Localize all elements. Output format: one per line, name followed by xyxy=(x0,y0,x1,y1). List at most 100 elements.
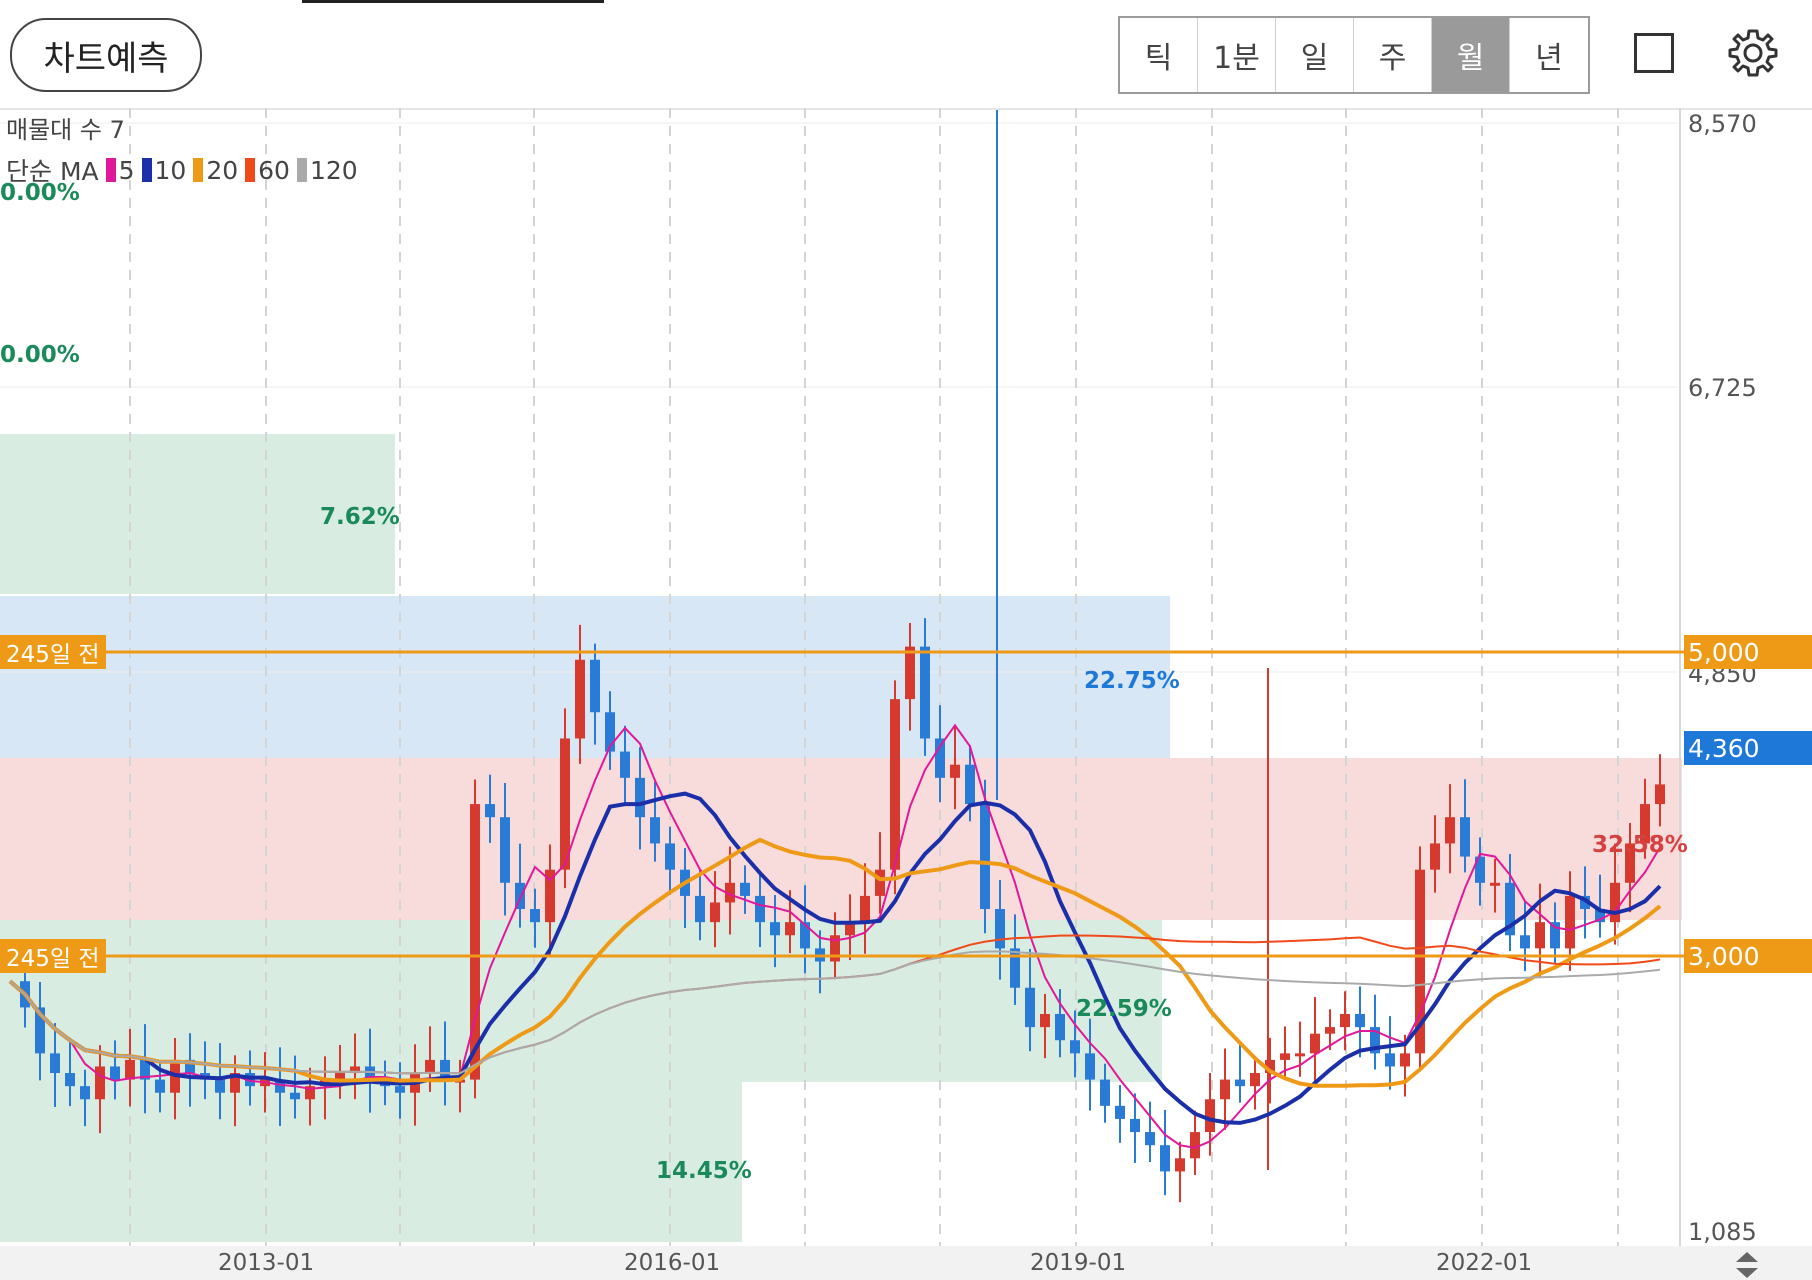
fullscreen-icon[interactable] xyxy=(1634,33,1674,73)
candle-body xyxy=(65,1073,75,1087)
toolbar: 차트예측 틱 1분 일 주 월 년 xyxy=(0,0,1812,110)
active-tab-indicator xyxy=(302,0,604,3)
chart-predict-button[interactable]: 차트예측 xyxy=(10,18,202,92)
candle-body xyxy=(1115,1105,1125,1119)
x-tick-label: 2022-01 xyxy=(1436,1250,1533,1276)
candle-body xyxy=(965,764,975,805)
price-chart[interactable] xyxy=(0,108,1812,1280)
candle-body xyxy=(1025,987,1035,1028)
candle-body xyxy=(650,817,660,844)
candle-body xyxy=(110,1066,120,1080)
candle-body xyxy=(740,882,750,896)
band-pct-label: 22.75% xyxy=(1084,668,1180,694)
candle-body xyxy=(920,646,930,739)
candle-body xyxy=(1445,817,1455,844)
candle-body xyxy=(890,699,900,870)
band-pct-label: 0.00% xyxy=(0,342,80,368)
candle-body xyxy=(1130,1118,1140,1133)
candle-body xyxy=(1055,1013,1065,1041)
line-label-upper: 245일 전 xyxy=(0,635,106,669)
ma20-swatch xyxy=(193,158,204,182)
line-label-lower: 245일 전 xyxy=(0,939,106,973)
candle-body xyxy=(1220,1079,1230,1100)
candle-body xyxy=(1430,843,1440,870)
candle-body xyxy=(1490,882,1500,886)
candle-body xyxy=(935,738,945,778)
scroll-handle-icon[interactable] xyxy=(1734,1250,1760,1280)
period-week-button[interactable]: 주 xyxy=(1354,18,1432,92)
candle-body xyxy=(50,1053,60,1074)
candle-body xyxy=(770,922,780,936)
x-tick-label: 2016-01 xyxy=(624,1250,721,1276)
volume-band xyxy=(0,758,1682,920)
candle-body xyxy=(425,1059,435,1074)
candle-body xyxy=(905,646,915,700)
period-year-button[interactable]: 년 xyxy=(1510,18,1588,92)
candle-body xyxy=(1190,1132,1200,1159)
candle-body xyxy=(155,1079,165,1093)
candle-body xyxy=(80,1086,90,1100)
ma120-swatch xyxy=(296,158,307,182)
candle-body xyxy=(1385,1053,1395,1067)
candle-body xyxy=(755,895,765,923)
candle-body xyxy=(1655,784,1665,805)
y-tick-label: 1,085 xyxy=(1688,1218,1757,1246)
band-pct-label: 7.62% xyxy=(320,504,400,530)
y-tick-label: 8,570 xyxy=(1688,110,1757,138)
candle-body xyxy=(710,902,720,923)
candle-body xyxy=(1535,922,1545,949)
candle-body xyxy=(485,804,495,818)
period-tick-button[interactable]: 틱 xyxy=(1120,18,1198,92)
candle-body xyxy=(1565,895,1575,949)
ma120-label: 120 xyxy=(309,155,358,185)
candle-body xyxy=(1040,1013,1050,1028)
candle-body xyxy=(1205,1099,1215,1133)
candle-body xyxy=(500,817,510,883)
period-month-button[interactable]: 월 xyxy=(1432,18,1510,92)
x-tick-label: 2013-01 xyxy=(218,1250,315,1276)
candle-body xyxy=(1295,1053,1305,1057)
candle-body xyxy=(875,869,885,896)
candle-body xyxy=(590,659,600,713)
candle-body xyxy=(1100,1079,1110,1106)
candle-body xyxy=(1280,1053,1290,1060)
candle-body xyxy=(215,1079,225,1093)
candle-body xyxy=(695,895,705,923)
candle-body xyxy=(1325,1027,1335,1034)
candle-body xyxy=(1085,1053,1095,1080)
band-pct-label: 0.00% xyxy=(0,180,80,206)
candle-body xyxy=(470,804,480,1080)
band-pct-label: 32.58% xyxy=(1592,832,1688,858)
candle-body xyxy=(1070,1040,1080,1054)
period-day-button[interactable]: 일 xyxy=(1276,18,1354,92)
candle-body xyxy=(1520,935,1530,949)
candle-body xyxy=(1400,1053,1410,1067)
price-tag-upper: 5,000 xyxy=(1684,635,1812,669)
candle-body xyxy=(1340,1013,1350,1028)
period-1min-button[interactable]: 1분 xyxy=(1198,18,1276,92)
gear-icon[interactable] xyxy=(1726,28,1780,82)
candle-body xyxy=(530,909,540,923)
candle-body xyxy=(1175,1158,1185,1172)
candle-body xyxy=(1160,1145,1170,1172)
candle-body xyxy=(1235,1079,1245,1087)
price-tag-lower: 3,000 xyxy=(1684,939,1812,973)
candle-body xyxy=(290,1092,300,1100)
candle-body xyxy=(1460,817,1470,857)
candle-body xyxy=(1355,1013,1365,1028)
candle-body xyxy=(950,764,960,778)
candle-body xyxy=(620,751,630,778)
candle-body xyxy=(560,738,570,870)
candle-body xyxy=(1145,1132,1155,1146)
candle-body xyxy=(95,1066,105,1100)
candle-body xyxy=(1250,1073,1260,1087)
candle-body xyxy=(1610,882,1620,923)
candle-body xyxy=(785,922,795,936)
candle-body xyxy=(125,1059,135,1080)
volume-profile-label: 매물대 수 7 xyxy=(6,116,125,144)
candle-body xyxy=(860,895,870,923)
ma10-label: 10 xyxy=(154,155,187,185)
x-tick-label: 2019-01 xyxy=(1030,1250,1127,1276)
ma60-label: 60 xyxy=(258,155,290,185)
ma20-label: 20 xyxy=(206,155,239,185)
